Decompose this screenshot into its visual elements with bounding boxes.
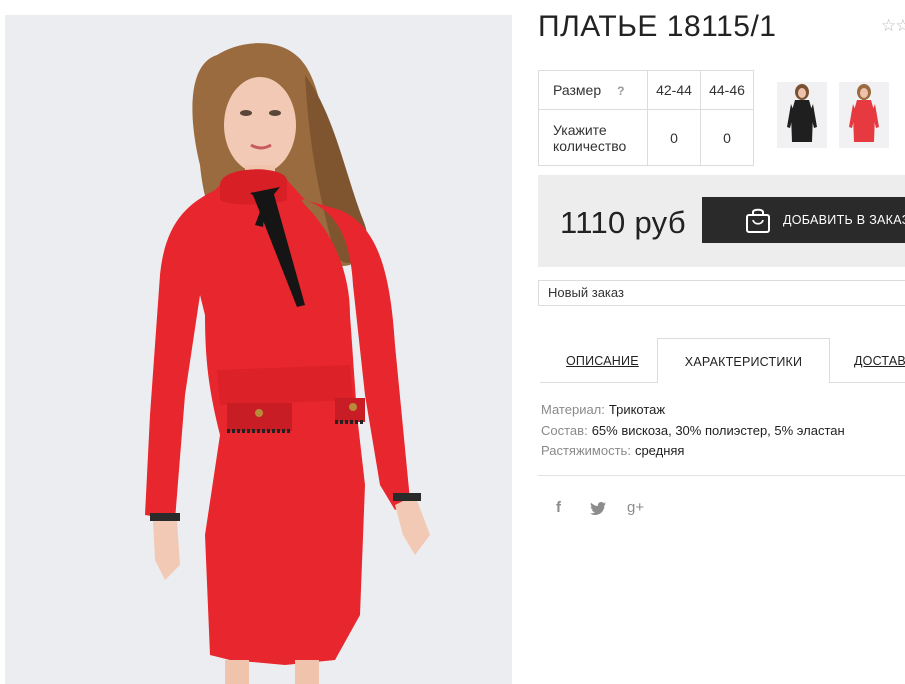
tab-description[interactable]: ОПИСАНИЕ [566, 338, 639, 382]
section-divider [538, 475, 905, 476]
product-price: 1110 руб [560, 205, 686, 240]
add-to-order-label: ДОБАВИТЬ В ЗАКАЗ [783, 213, 905, 227]
price-panel: 1110 руб ДОБАВИТЬ В ЗАКАЗ [538, 175, 905, 267]
dress-red-thumbnail-icon [849, 84, 879, 142]
size-label-cell: Размер? [538, 70, 648, 110]
quantity-label-cell: Укажите количество [538, 109, 648, 166]
quantity-label-line2: количество [553, 137, 627, 154]
order-select[interactable]: Новый заказ [538, 280, 905, 306]
tab-characteristics[interactable]: ХАРАКТЕРИСТИКИ [657, 338, 830, 383]
facebook-icon[interactable]: f [556, 499, 561, 516]
add-to-order-button[interactable]: ДОБАВИТЬ В ЗАКАЗ [702, 197, 905, 243]
twitter-icon[interactable] [590, 502, 606, 519]
quantity-input-44-46[interactable]: 0 [700, 109, 754, 166]
spec-row-composition: Состав: 65% вискоза, 30% полиэстер, 5% эл… [541, 421, 845, 442]
shopping-bag-icon [744, 206, 772, 237]
google-plus-icon[interactable]: g+ [627, 499, 644, 516]
model-in-red-dress [5, 15, 512, 684]
spec-material-label: Материал: [541, 402, 605, 417]
size-option-44-46: 44-46 [700, 70, 754, 110]
spec-row-stretch: Растяжимость: средняя [541, 441, 845, 462]
product-main-image[interactable] [5, 15, 512, 684]
dress-black-thumbnail-icon [787, 84, 817, 142]
spec-composition-label: Состав: [541, 422, 588, 438]
spec-row-material: Материал: Трикотаж [541, 400, 845, 421]
size-help-icon[interactable]: ? [617, 84, 624, 98]
spec-material-value: Трикотаж [608, 402, 666, 417]
thumbnail-black-dress[interactable] [777, 82, 827, 148]
spec-stretch-label: Растяжимость: [541, 443, 631, 458]
quantity-label-line1: Укажите [553, 121, 607, 138]
spec-composition-value: 65% вискоза, 30% полиэстер, 5% эластан [591, 422, 845, 438]
tab-delivery[interactable]: ДОСТАВКА [854, 338, 905, 382]
thumbnail-red-dress[interactable] [839, 82, 889, 148]
size-quantity-table: Размер? 42-44 44-46 Укажите количество 0… [538, 70, 754, 166]
size-label: Размер [553, 82, 602, 98]
rating-star-icon[interactable]: ☆☆ [881, 16, 905, 36]
spec-stretch-value: средняя [634, 443, 685, 458]
product-tabs: ОПИСАНИЕ ХАРАКТЕРИСТИКИ ДОСТАВКА [538, 338, 905, 383]
size-option-42-44: 42-44 [647, 70, 701, 110]
quantity-input-42-44[interactable]: 0 [647, 109, 701, 166]
product-title: ПЛАТЬЕ 18115/1 [538, 10, 777, 43]
product-specs: Материал: Трикотаж Состав: 65% вискоза, 30… [541, 400, 845, 462]
